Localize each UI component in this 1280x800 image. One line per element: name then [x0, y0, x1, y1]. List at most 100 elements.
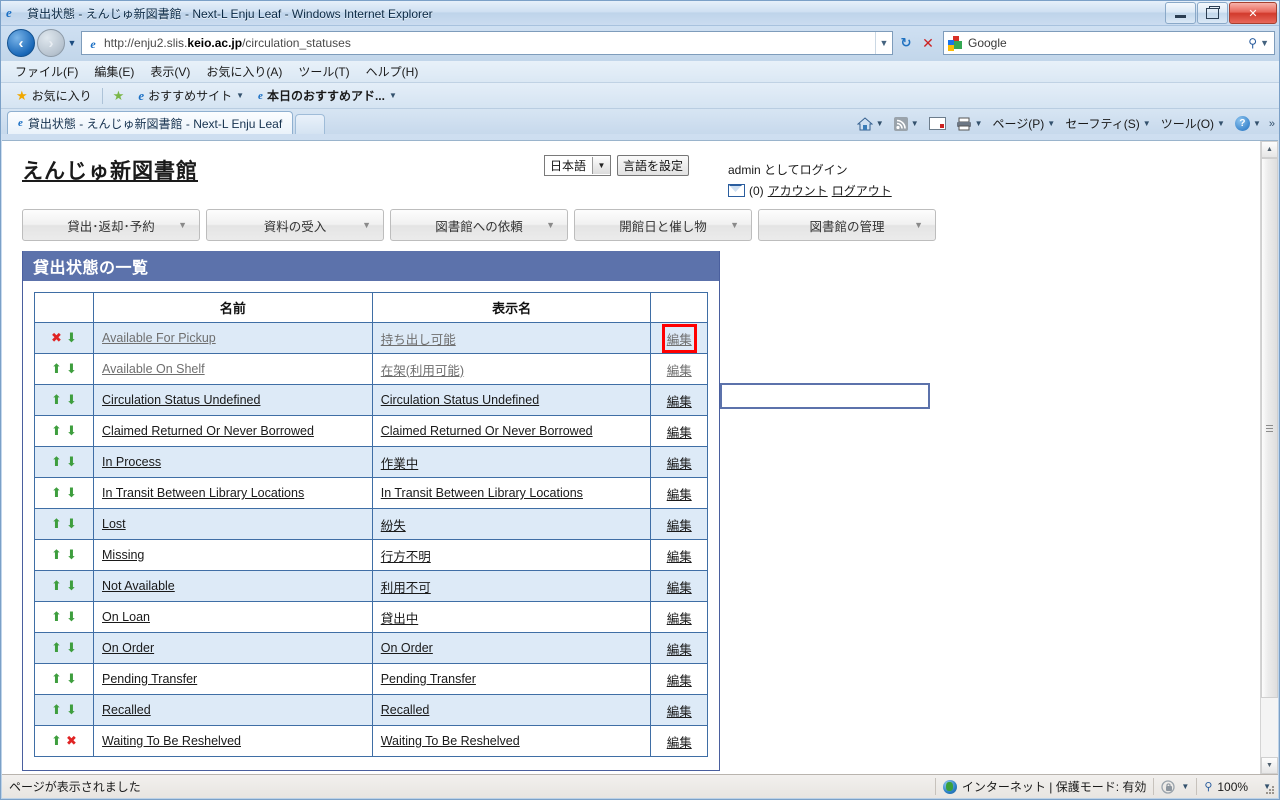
move-down-icon[interactable]: ⬇	[64, 641, 79, 654]
help-menu-button[interactable]: ? ▼	[1231, 115, 1265, 132]
move-down-icon[interactable]: ⬇	[64, 672, 79, 685]
status-display-name-link[interactable]: On Order	[381, 641, 433, 655]
move-down-icon[interactable]: ⬇	[64, 455, 79, 468]
edit-link[interactable]: 編集	[667, 643, 692, 657]
status-display-name-link[interactable]: 貸出中	[381, 612, 419, 626]
favorites-button[interactable]: ★ お気に入り	[9, 87, 99, 104]
search-icon[interactable]: ⚲	[1248, 36, 1257, 50]
move-up-icon[interactable]: ⬆	[49, 424, 64, 437]
feeds-button[interactable]: ▼	[890, 116, 923, 132]
account-link[interactable]: アカウント	[768, 182, 828, 199]
logout-link[interactable]: ログアウト	[832, 182, 892, 199]
move-down-icon[interactable]: ⬇	[64, 610, 79, 623]
edit-link[interactable]: 編集	[667, 364, 692, 378]
status-display-name-link[interactable]: 利用不可	[381, 581, 431, 595]
edit-link[interactable]: 編集	[667, 736, 692, 750]
move-up-icon[interactable]: ⬆	[49, 548, 64, 561]
status-name-link[interactable]: Missing	[102, 548, 144, 562]
status-display-name-link[interactable]: 在架(利用可能)	[381, 364, 464, 378]
move-down-icon[interactable]: ⬇	[64, 331, 79, 344]
edit-link[interactable]: 編集	[667, 488, 692, 502]
recent-pages-dropdown-icon[interactable]: ▼	[65, 38, 79, 48]
status-display-name-link[interactable]: Recalled	[381, 703, 430, 717]
move-up-icon[interactable]: ⬆	[49, 362, 64, 375]
edit-link[interactable]: 編集	[667, 426, 692, 440]
print-button[interactable]: ▼	[952, 116, 987, 131]
url-bar[interactable]: e http://enju2.slis.keio.ac.jp/circulati…	[81, 31, 893, 55]
edit-link[interactable]: 編集	[667, 674, 692, 688]
move-down-icon[interactable]: ⬇	[64, 517, 79, 530]
status-display-name-link[interactable]: Pending Transfer	[381, 672, 476, 686]
nav-item-opening-days-events[interactable]: 開館日と催し物 ▼	[574, 209, 752, 241]
search-provider-dropdown-icon[interactable]: ▼	[1260, 38, 1269, 48]
status-name-link[interactable]: In Process	[102, 455, 161, 469]
status-name-link[interactable]: In Transit Between Library Locations	[102, 486, 304, 500]
status-name-link[interactable]: Circulation Status Undefined	[102, 393, 260, 407]
home-button[interactable]: ▼	[853, 116, 888, 132]
search-input-text[interactable]: Google	[968, 36, 1248, 50]
tools-menu-button[interactable]: ツール(O) ▼	[1157, 114, 1229, 133]
menu-file[interactable]: ファイル(F)	[7, 61, 86, 82]
resize-grip[interactable]	[1264, 784, 1276, 796]
url-dropdown-icon[interactable]: ▼	[875, 32, 892, 54]
status-name-link[interactable]: Lost	[102, 517, 126, 531]
move-up-icon[interactable]: ⬆	[49, 517, 64, 530]
overflow-icon[interactable]: »	[1269, 118, 1275, 130]
move-down-icon[interactable]: ⬇	[64, 703, 79, 716]
move-up-icon[interactable]: ⬆	[49, 610, 64, 623]
nav-item-acquisition[interactable]: 資料の受入 ▼	[206, 209, 384, 241]
move-down-icon[interactable]: ⬇	[64, 486, 79, 499]
forward-button[interactable]: ›	[37, 29, 65, 57]
page-menu-button[interactable]: ページ(P) ▼	[989, 114, 1060, 133]
close-button[interactable]: ✕	[1229, 2, 1277, 24]
status-display-name-link[interactable]: Circulation Status Undefined	[381, 393, 539, 407]
edit-link[interactable]: 編集	[667, 550, 692, 564]
back-button[interactable]: ‹	[7, 29, 35, 57]
status-name-link[interactable]: Waiting To Be Reshelved	[102, 734, 241, 748]
move-down-icon[interactable]: ⬇	[64, 362, 79, 375]
read-mail-button[interactable]	[925, 116, 950, 131]
chevron-down-icon[interactable]: ▼	[876, 119, 884, 128]
move-down-icon[interactable]: ⬇	[64, 393, 79, 406]
edit-link[interactable]: 編集	[667, 612, 692, 626]
menu-view[interactable]: 表示(V)	[142, 61, 198, 82]
move-down-icon[interactable]: ⬇	[64, 424, 79, 437]
move-up-icon[interactable]: ⬆	[49, 672, 64, 685]
edit-link[interactable]: 編集	[667, 333, 692, 347]
status-display-name-link[interactable]: Waiting To Be Reshelved	[381, 734, 520, 748]
set-language-button[interactable]: 言語を設定	[617, 155, 690, 176]
edit-link[interactable]: 編集	[667, 581, 692, 595]
status-display-name-link[interactable]: 紛失	[381, 519, 406, 533]
status-name-link[interactable]: Not Available	[102, 579, 175, 593]
status-name-link[interactable]: Recalled	[102, 703, 151, 717]
refresh-button[interactable]: ↻	[895, 32, 917, 54]
privacy-button[interactable]: ▼	[1154, 775, 1196, 798]
move-up-icon[interactable]: ⬆	[49, 703, 64, 716]
site-title[interactable]: えんじゅ新図書館	[22, 155, 198, 185]
safety-menu-button[interactable]: セーフティ(S) ▼	[1061, 114, 1154, 133]
status-display-name-link[interactable]: 作業中	[381, 457, 419, 471]
scrollbar-thumb[interactable]	[1261, 158, 1278, 698]
edit-link[interactable]: 編集	[667, 395, 692, 409]
status-name-link[interactable]: Claimed Returned Or Never Borrowed	[102, 424, 314, 438]
menu-favorites[interactable]: お気に入り(A)	[198, 61, 290, 82]
move-up-icon[interactable]: ⬆	[49, 486, 64, 499]
status-display-name-link[interactable]: 行方不明	[381, 550, 431, 564]
chevron-down-icon[interactable]: ▼	[592, 157, 611, 174]
suggested-sites-button[interactable]: e おすすめサイト ▼	[131, 87, 251, 104]
minimize-button[interactable]	[1165, 2, 1196, 24]
move-up-icon[interactable]: ⬆	[49, 734, 64, 747]
move-down-icon[interactable]: ⬇	[64, 548, 79, 561]
maximize-button[interactable]	[1197, 2, 1228, 24]
move-up-icon[interactable]: ⬆	[49, 393, 64, 406]
web-slice-button[interactable]: e 本日のおすすめアド... ▼	[251, 87, 404, 104]
scrollbar-track[interactable]	[1261, 158, 1278, 757]
move-up-icon[interactable]: ⬆	[49, 641, 64, 654]
menu-edit[interactable]: 編集(E)	[86, 61, 142, 82]
language-select[interactable]: 日本語 ▼	[544, 155, 612, 176]
edit-link[interactable]: 編集	[667, 519, 692, 533]
nav-item-circulation[interactable]: 貸出･返却･予約 ▼	[22, 209, 200, 241]
chevron-down-icon[interactable]: ▼	[911, 119, 919, 128]
move-up-icon[interactable]: ⬆	[49, 579, 64, 592]
edit-link[interactable]: 編集	[667, 457, 692, 471]
